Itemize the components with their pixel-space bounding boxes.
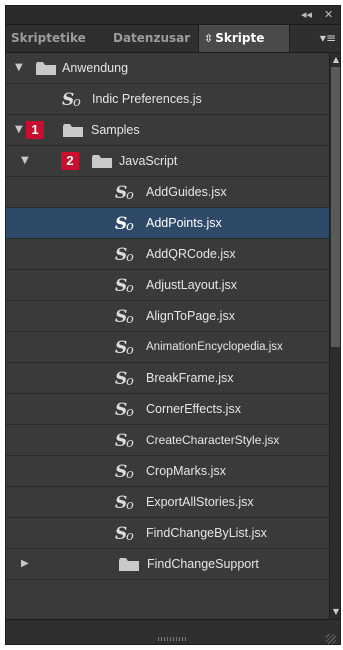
tree-row-script[interactable]: So AdjustLayout.jsx [6,270,329,301]
tree-row-script[interactable]: So AnimationEncyclopedia.jsx [6,332,329,363]
folder-icon [63,124,83,137]
tree-row-label: Anwendung [62,61,129,75]
tree-row-anwendung[interactable]: ▼ Anwendung [6,53,329,84]
script-icon: So [115,493,134,511]
script-icon: So [115,245,134,263]
svg-text:o: o [126,374,134,387]
svg-text:o: o [126,467,134,480]
script-icon: So [115,369,134,387]
scripts-panel: ◂◂ ✕ Skriptetike Datenzusar ⇳ Skripte ▾≡ … [5,5,341,645]
svg-text:o: o [73,95,81,108]
folder-icon [119,558,139,571]
svg-text:o: o [126,405,134,418]
tree-row-label: Indic Preferences.js [92,92,202,106]
scripts-tree: ▼ Anwendung So Indic Preferences.js ▼ 1 … [6,53,329,619]
svg-text:o: o [126,529,134,542]
script-icon: So [115,183,134,201]
tree-row-label: Samples [91,123,140,137]
disclosure-expanded-icon[interactable]: ▼ [15,115,23,145]
grip-icon[interactable] [158,637,188,641]
disclosure-expanded-icon[interactable]: ▼ [21,146,29,176]
tree-row-javascript[interactable]: ▼ 2 JavaScript [6,146,329,177]
script-icon: So [115,307,134,325]
resize-handle-icon[interactable] [326,634,336,644]
svg-text:o: o [126,250,134,263]
svg-text:o: o [126,281,134,294]
tree-row-script[interactable]: So AddQRCode.jsx [6,239,329,270]
tree-row-script[interactable]: So AlignToPage.jsx [6,301,329,332]
tab-label: Datenzusar [113,31,191,45]
collapse-panel-button[interactable]: ◂◂ [301,7,312,23]
tree-row-script[interactable]: So BreakFrame.jsx [6,363,329,394]
tree-row-script[interactable]: So AddGuides.jsx [6,177,329,208]
svg-text:o: o [126,436,134,449]
script-icon: So [115,524,134,542]
tree-row-label: AddQRCode.jsx [146,247,236,261]
scroll-down-arrow-icon[interactable]: ▼ [330,606,340,618]
panel-title-bar: ◂◂ ✕ [6,6,340,25]
script-icon: So [115,338,134,356]
svg-text:o: o [126,312,134,325]
tree-row-label: FindChangeByList.jsx [146,526,267,540]
tree-row-script[interactable]: So CreateCharacterStyle.jsx [6,425,329,456]
tree-row-label: ExportAllStories.jsx [146,495,254,509]
tree-row-label: CropMarks.jsx [146,464,226,478]
callout-badge: 1 [26,121,44,139]
disclosure-collapsed-icon[interactable]: ▶ [21,549,29,579]
tab-label: Skripte [215,31,265,45]
tree-row-script[interactable]: So ExportAllStories.jsx [6,487,329,518]
scroll-thumb[interactable] [331,67,340,347]
svg-text:o: o [126,188,134,201]
tree-row-label: JavaScript [119,154,178,168]
panel-bottom-bar [6,619,340,644]
panel-tab-bar: Skriptetike Datenzusar ⇳ Skripte ▾≡ [6,25,340,53]
disclosure-expanded-icon[interactable]: ▼ [15,53,23,83]
vertical-scrollbar[interactable]: ▲ ▼ [329,53,340,619]
tree-row-label: FindChangeSupport [147,557,259,571]
script-icon: So [115,214,134,232]
tree-row-script[interactable]: So CornerEffects.jsx [6,394,329,425]
tree-row-label: CornerEffects.jsx [146,402,241,416]
tree-row-script-selected[interactable]: So AddPoints.jsx [6,208,329,239]
script-icon: So [115,462,134,480]
folder-icon [92,155,112,168]
tree-row-label: CreateCharacterStyle.jsx [146,433,280,447]
tree-row-script[interactable]: So CropMarks.jsx [6,456,329,487]
folder-icon [36,62,56,75]
svg-text:o: o [126,343,134,356]
tree-row-indic-preferences[interactable]: So Indic Preferences.js [6,84,329,115]
close-panel-button[interactable]: ✕ [324,7,333,23]
tree-row-findchangesupport[interactable]: ▶ FindChangeSupport [6,549,329,580]
tab-datenzusammenfuehrung[interactable]: Datenzusar [108,25,196,52]
tree-row-label: AdjustLayout.jsx [146,278,238,292]
svg-text:o: o [126,219,134,232]
svg-text:o: o [126,498,134,511]
script-icon: So [115,400,134,418]
tree-row-samples[interactable]: ▼ 1 Samples [6,115,329,146]
tree-row-label: AddPoints.jsx [146,216,222,230]
script-icon: So [115,431,134,449]
tree-row-label: AlignToPage.jsx [146,309,235,323]
tab-label: Skriptetike [11,31,86,45]
sort-arrows-icon: ⇳ [204,32,214,45]
script-icon: So [62,90,81,108]
tree-row-label: AddGuides.jsx [146,185,227,199]
tab-skripte[interactable]: ⇳ Skripte [198,25,290,52]
script-icon: So [115,276,134,294]
panel-menu-button[interactable]: ▾≡ [320,29,336,47]
scroll-up-arrow-icon[interactable]: ▲ [330,54,340,66]
tab-skriptetikett[interactable]: Skriptetike [6,25,106,52]
tree-row-script[interactable]: So FindChangeByList.jsx [6,518,329,549]
callout-badge: 2 [61,152,79,170]
tree-row-label: BreakFrame.jsx [146,371,234,385]
tree-row-label: AnimationEncyclopedia.jsx [146,341,283,353]
